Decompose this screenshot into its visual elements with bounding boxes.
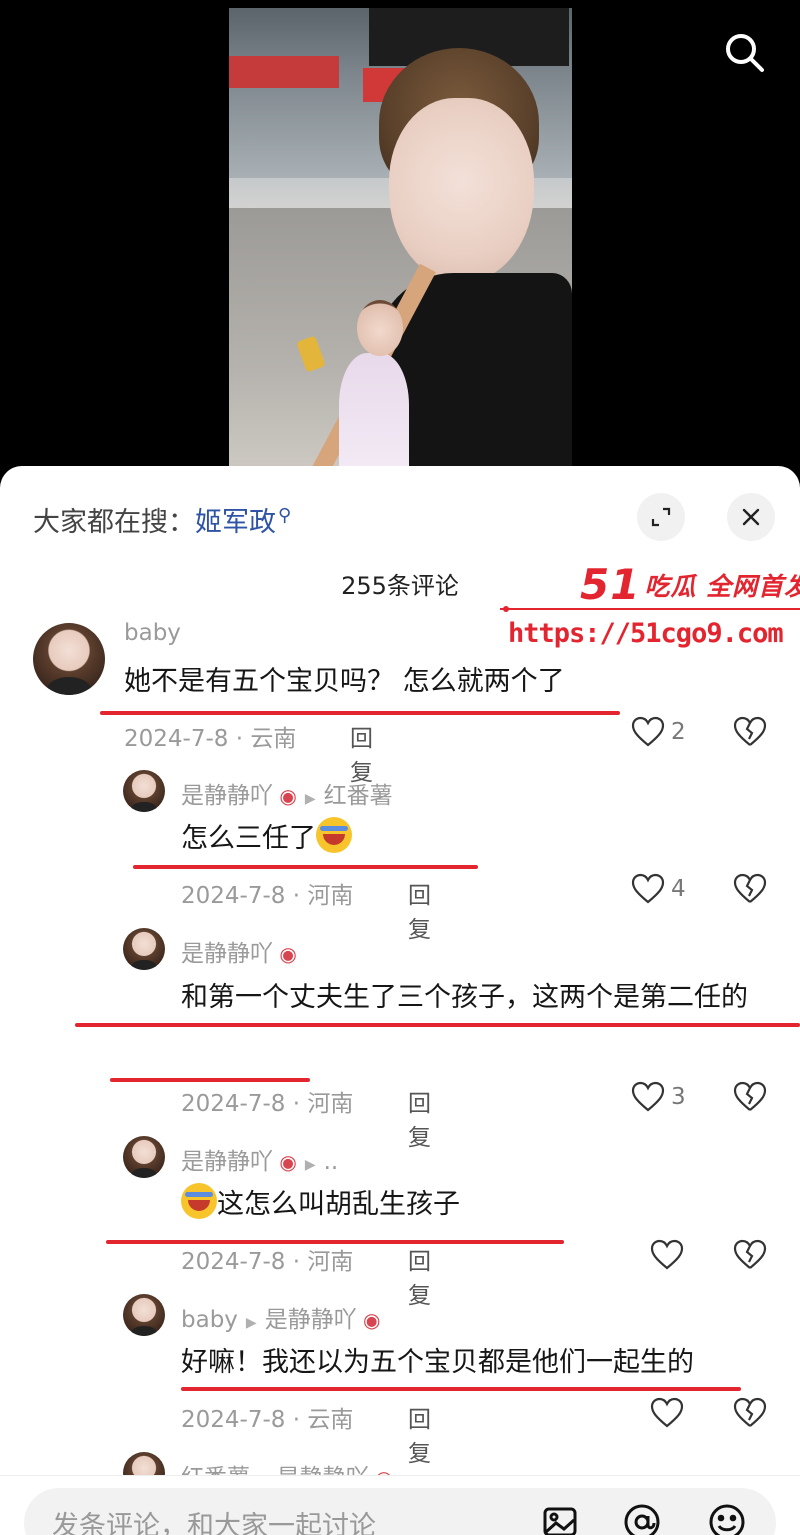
avatar[interactable] bbox=[123, 928, 165, 970]
expand-button[interactable] bbox=[637, 493, 685, 541]
dislike-button[interactable] bbox=[733, 1397, 767, 1429]
video-player[interactable] bbox=[0, 0, 800, 480]
comment-text: 她不是有五个宝贝吗？ 怎么就两个了 bbox=[124, 666, 565, 697]
watermark-line bbox=[500, 606, 800, 612]
reply-button[interactable]: 回复 bbox=[408, 876, 431, 944]
comment-date-location: 2024-7-8 · 河南 bbox=[181, 1091, 354, 1117]
hot-search-keyword[interactable]: 姬军政 bbox=[195, 507, 276, 538]
reply-to-name[interactable]: 红番薯 bbox=[324, 783, 393, 809]
emoji-icon[interactable] bbox=[707, 1502, 747, 1535]
watermark-number: 51 bbox=[580, 560, 641, 609]
hot-search-prefix: 大家都在搜： bbox=[33, 507, 195, 538]
crying-laugh-emoji-icon bbox=[316, 817, 352, 853]
reply-arrow-icon: ▶ bbox=[304, 791, 316, 807]
reply-username[interactable]: baby ▶ 是静静吖 ◉ bbox=[181, 1300, 381, 1334]
reply-username[interactable]: 是静静吖 ◉ bbox=[181, 934, 297, 968]
broken-heart-icon bbox=[733, 873, 767, 903]
image-icon[interactable] bbox=[540, 1502, 580, 1535]
crying-laugh-emoji-icon bbox=[181, 1183, 217, 1219]
comment-text-content: 这怎么叫胡乱生孩子 bbox=[217, 1189, 460, 1220]
like-count: 2 bbox=[671, 719, 686, 745]
like-button[interactable]: 3 bbox=[631, 1081, 686, 1113]
dislike-button[interactable] bbox=[733, 873, 767, 905]
comment-sheet: 大家都在搜：姬军政 ⚲ 255条评论 51 吃瓜 全网首发 https://51cg… bbox=[0, 466, 800, 1535]
expand-icon bbox=[651, 507, 671, 527]
watermark-title: 51 吃瓜 全网首发 bbox=[580, 560, 800, 609]
avatar[interactable] bbox=[33, 623, 105, 695]
heart-icon bbox=[631, 1081, 665, 1112]
heart-icon bbox=[650, 1239, 684, 1270]
search-icon[interactable] bbox=[722, 30, 766, 74]
video-frame[interactable] bbox=[229, 8, 572, 480]
like-count: 3 bbox=[671, 1084, 686, 1110]
dislike-button[interactable] bbox=[733, 716, 767, 748]
avatar[interactable] bbox=[123, 1136, 165, 1178]
heart-icon bbox=[650, 1397, 684, 1428]
video-girl-body bbox=[339, 353, 409, 480]
close-icon bbox=[742, 508, 760, 526]
like-button[interactable] bbox=[650, 1397, 684, 1429]
comment-username[interactable]: baby bbox=[124, 620, 181, 646]
heart-icon bbox=[631, 873, 665, 904]
comment-date-location: 2024-7-8 · 河南 bbox=[181, 883, 354, 909]
comment-text-content: 怎么三任了 bbox=[181, 823, 316, 854]
broken-heart-icon bbox=[733, 1239, 767, 1269]
like-button[interactable]: 4 bbox=[631, 873, 686, 905]
like-button[interactable] bbox=[650, 1239, 684, 1271]
comment-date-location: 2024-7-8 · 云南 bbox=[124, 726, 297, 752]
reply-button[interactable]: 回复 bbox=[408, 1400, 431, 1468]
sheet-header: 大家都在搜：姬军政 ⚲ bbox=[0, 466, 800, 566]
comment-text: 好嘛！我还以为五个宝贝都是他们一起生的 bbox=[181, 1347, 694, 1378]
hot-search[interactable]: 大家都在搜：姬军政 ⚲ bbox=[33, 500, 291, 539]
comment-date-location: 2024-7-8 · 河南 bbox=[181, 1249, 354, 1275]
reply-username[interactable]: 是静静吖 ◉ ▶ 红番薯 bbox=[181, 776, 393, 810]
video-shop-sign-red bbox=[229, 56, 339, 88]
reply-to-name[interactable]: .. bbox=[324, 1149, 339, 1175]
broken-heart-icon bbox=[733, 1081, 767, 1111]
video-girl-head bbox=[357, 300, 403, 356]
like-count: 4 bbox=[671, 876, 686, 902]
comment-user-name[interactable]: 是静静吖 bbox=[181, 941, 273, 967]
comment-user-name[interactable]: baby bbox=[181, 1307, 238, 1333]
red-underline bbox=[100, 711, 620, 715]
close-button[interactable] bbox=[727, 493, 775, 541]
comment-user-name[interactable]: baby bbox=[124, 620, 181, 646]
reply-button[interactable]: 回复 bbox=[408, 1242, 431, 1310]
red-underline bbox=[75, 1023, 800, 1027]
lips-emoji-icon: ◉ bbox=[273, 784, 297, 808]
watermark-url: https://51cgo9.com bbox=[508, 618, 784, 649]
lips-emoji-icon: ◉ bbox=[273, 1150, 297, 1174]
search-small-icon: ⚲ bbox=[278, 505, 292, 526]
reply-to-name[interactable]: 是静静吖 bbox=[265, 1307, 357, 1333]
avatar[interactable] bbox=[123, 770, 165, 812]
red-underline bbox=[133, 865, 478, 869]
red-underline bbox=[181, 1387, 741, 1391]
broken-heart-icon bbox=[733, 1397, 767, 1427]
at-icon[interactable] bbox=[622, 1502, 662, 1535]
lips-emoji-icon: ◉ bbox=[356, 1308, 381, 1332]
comment-user-name[interactable]: 是静静吖 bbox=[181, 1149, 273, 1175]
reply-arrow-icon: ▶ bbox=[245, 1315, 257, 1331]
comment-input-placeholder: 发条评论，和大家一起讨论 bbox=[52, 1511, 376, 1535]
comment-text: 和第一个丈夫生了三个孩子，这两个是第二任的 bbox=[181, 982, 748, 1013]
reply-button[interactable]: 回复 bbox=[408, 1084, 431, 1152]
reply-arrow-icon: ▶ bbox=[304, 1157, 316, 1173]
comment-input-bar: 发条评论，和大家一起讨论 bbox=[0, 1475, 800, 1535]
video-woman-face bbox=[389, 98, 534, 283]
comment-text: 这怎么叫胡乱生孩子 bbox=[181, 1180, 741, 1230]
comment-date-location: 2024-7-8 · 云南 bbox=[181, 1407, 354, 1433]
comment-input[interactable]: 发条评论，和大家一起讨论 bbox=[24, 1488, 776, 1535]
dislike-button[interactable] bbox=[733, 1081, 767, 1113]
lips-emoji-icon: ◉ bbox=[273, 942, 297, 966]
broken-heart-icon bbox=[733, 716, 767, 746]
comment-text: 怎么三任了 bbox=[181, 814, 741, 864]
watermark-title-text: 吃瓜 全网首发 bbox=[644, 572, 800, 601]
avatar[interactable] bbox=[123, 1294, 165, 1336]
like-button[interactable]: 2 bbox=[631, 716, 686, 748]
comment-user-name[interactable]: 是静静吖 bbox=[181, 783, 273, 809]
red-underline bbox=[110, 1078, 310, 1082]
dislike-button[interactable] bbox=[733, 1239, 767, 1271]
heart-icon bbox=[631, 716, 665, 747]
reply-username[interactable]: 是静静吖 ◉ ▶.. bbox=[181, 1142, 338, 1176]
